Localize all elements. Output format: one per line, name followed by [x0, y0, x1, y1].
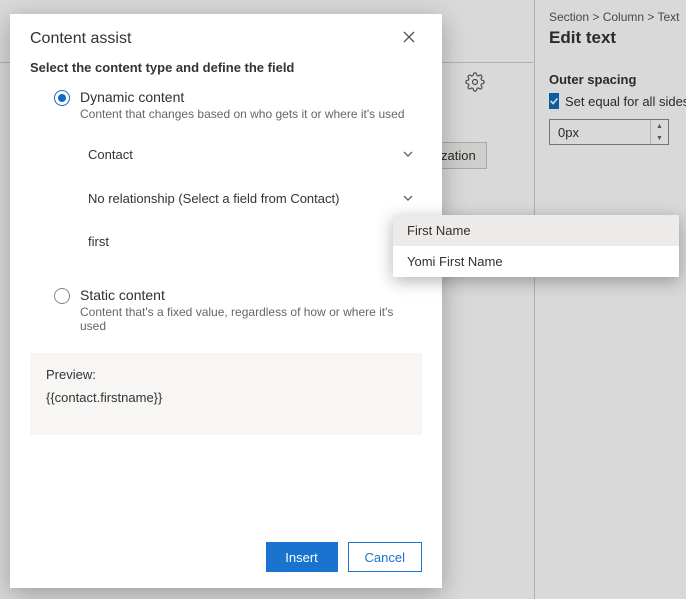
relationship-select-value: No relationship (Select a field from Con…	[88, 191, 339, 206]
suggestion-yomi-first-name[interactable]: Yomi First Name	[393, 246, 679, 277]
panel-title: Edit text	[549, 28, 686, 48]
checkbox-label: Set equal for all sides	[565, 94, 686, 109]
preview-value: {{contact.firstname}}	[46, 390, 406, 405]
breadcrumb: Section > Column > Text	[549, 10, 686, 24]
option-dynamic-content[interactable]: Dynamic content Content that changes bas…	[54, 89, 422, 121]
checkbox-equal-sides	[549, 93, 559, 109]
entity-select[interactable]: Contact	[88, 139, 422, 169]
radio-static[interactable]	[54, 288, 70, 304]
radio-dynamic[interactable]	[54, 90, 70, 106]
preview-box: Preview: {{contact.firstname}}	[30, 353, 422, 435]
spacing-spinner: 0px ▲▼	[549, 119, 669, 145]
dialog-title: Content assist	[30, 30, 131, 48]
suggestion-first-name[interactable]: First Name	[393, 215, 679, 246]
preview-label: Preview:	[46, 367, 406, 382]
content-assist-dialog: Content assist Select the content type a…	[10, 14, 442, 588]
insert-button[interactable]: Insert	[266, 542, 338, 572]
dynamic-label: Dynamic content	[80, 89, 405, 105]
close-icon[interactable]	[402, 30, 422, 50]
static-label: Static content	[80, 287, 422, 303]
dialog-subtitle: Select the content type and define the f…	[30, 60, 422, 75]
chevron-down-icon	[402, 148, 414, 160]
properties-panel: Section > Column > Text Edit text Outer …	[534, 0, 686, 599]
field-search-value: first	[88, 234, 109, 249]
field-search-input[interactable]: first	[88, 227, 422, 255]
outer-spacing-label: Outer spacing	[549, 72, 686, 87]
cancel-button[interactable]: Cancel	[348, 542, 422, 572]
spinner-arrows: ▲▼	[650, 120, 668, 144]
chevron-down-icon	[402, 192, 414, 204]
entity-select-value: Contact	[88, 147, 133, 162]
field-suggestions-flyout: First Name Yomi First Name	[393, 215, 679, 277]
static-desc: Content that's a fixed value, regardless…	[80, 305, 422, 333]
relationship-select[interactable]: No relationship (Select a field from Con…	[88, 183, 422, 213]
gear-icon	[465, 72, 489, 96]
option-static-content[interactable]: Static content Content that's a fixed va…	[54, 287, 422, 333]
spacing-value: 0px	[558, 125, 579, 140]
dynamic-desc: Content that changes based on who gets i…	[80, 107, 405, 121]
